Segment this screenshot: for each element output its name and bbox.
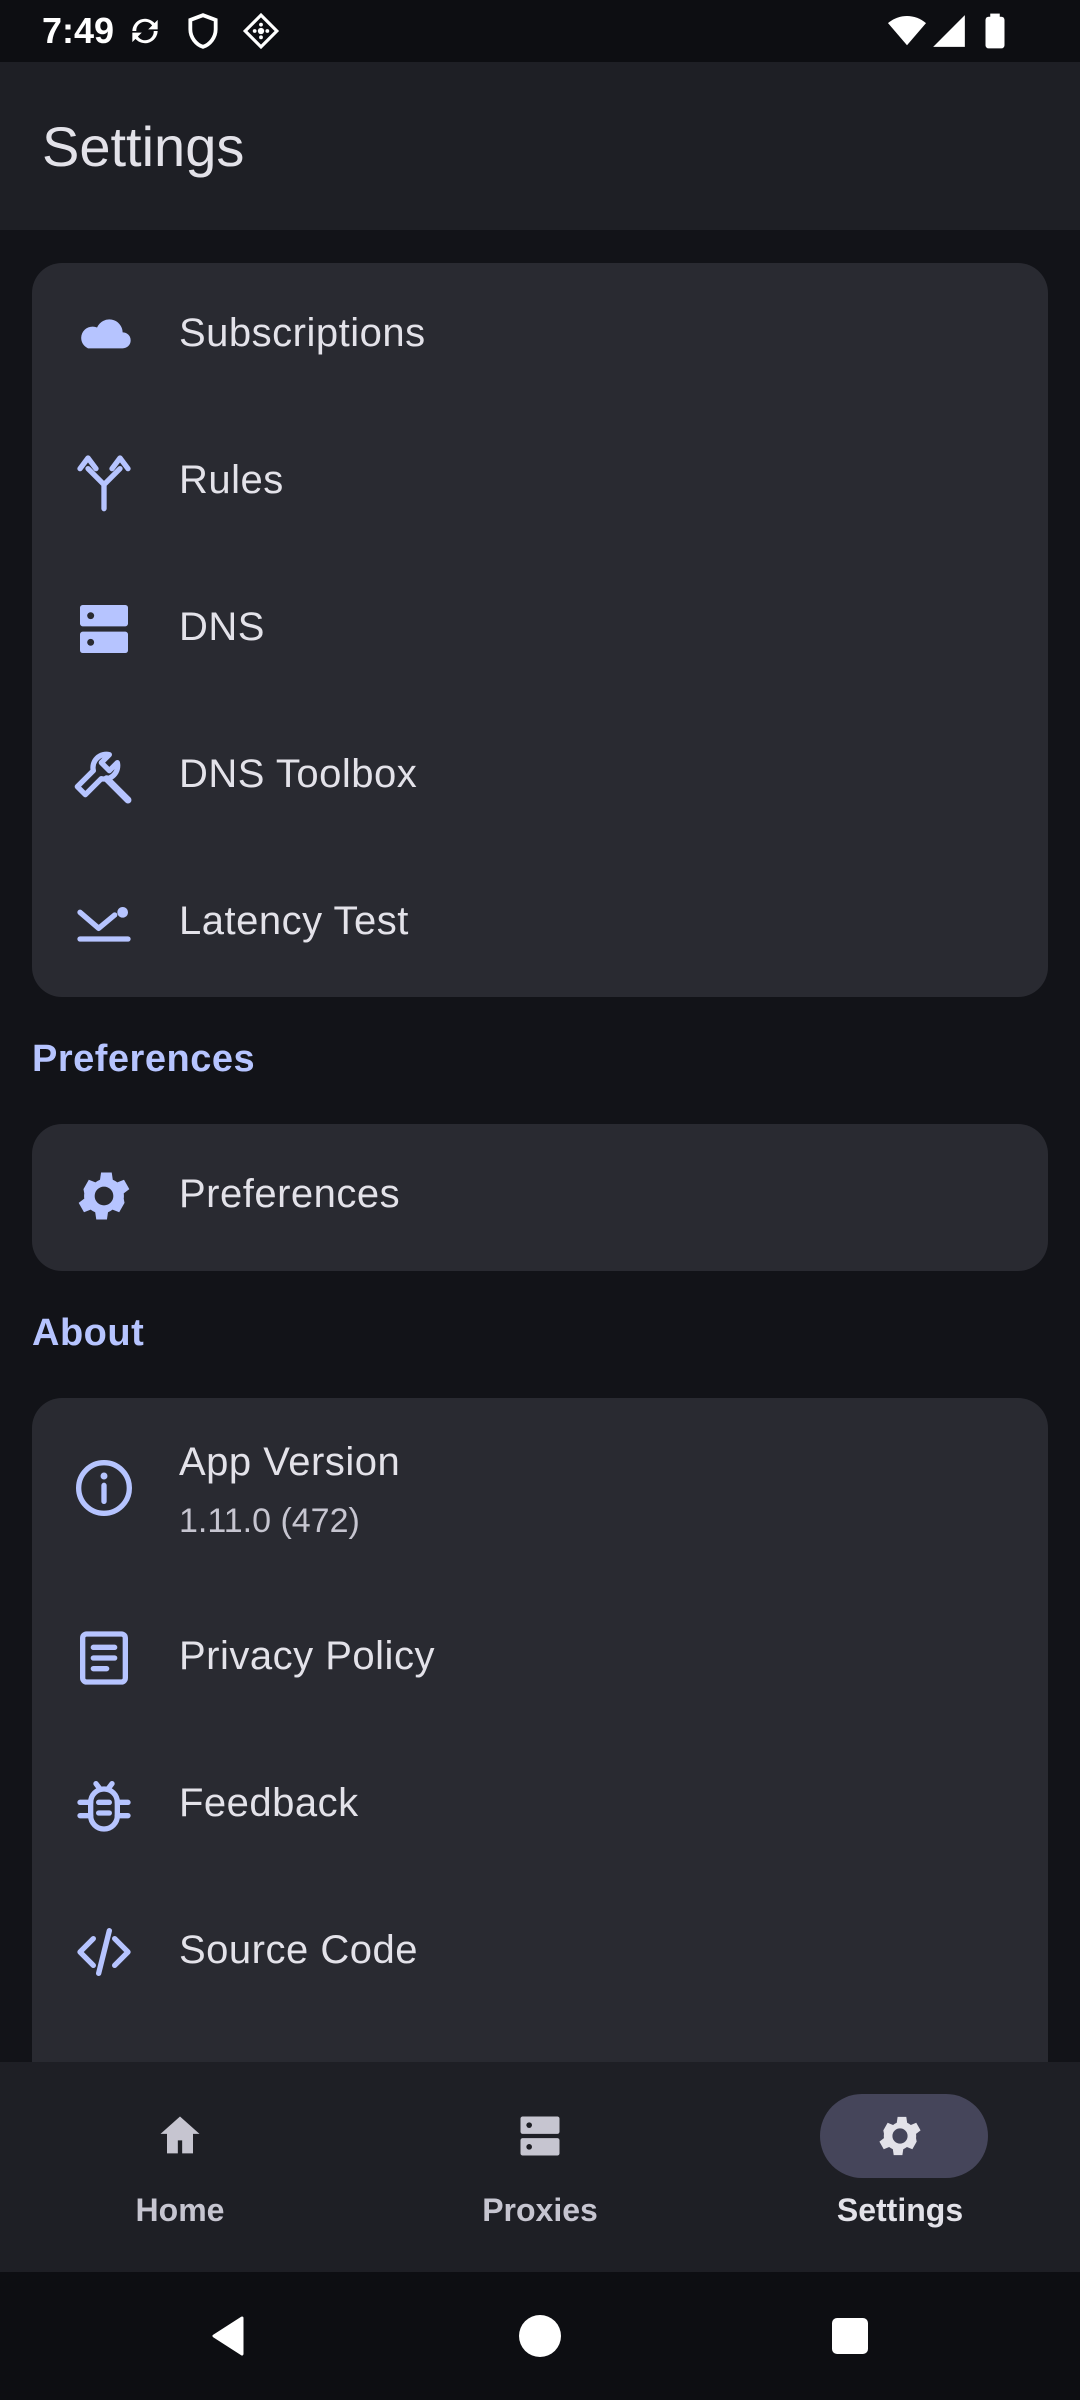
- app-version-value: 1.11.0 (472): [179, 1502, 360, 1540]
- bug-icon: [77, 1781, 131, 1832]
- code-icon: [77, 1928, 131, 1976]
- menu-item-privacy-policy[interactable]: Privacy Policy: [32, 1586, 1048, 1733]
- status-bar: 7:49: [0, 0, 1080, 62]
- settings-card: Subscriptions Rules DNS DNS Toolbox Late…: [32, 263, 1048, 997]
- about-card: App Version 1.11.0 (472) Privacy Policy …: [32, 1398, 1048, 2118]
- menu-item-label: Latency Test: [179, 899, 409, 943]
- menu-item-preferences[interactable]: Preferences: [32, 1124, 1048, 1271]
- shield-icon: [188, 13, 218, 49]
- nav-item-home[interactable]: Home: [0, 2062, 360, 2272]
- menu-item-label: Preferences: [179, 1172, 401, 1216]
- gear-icon: [879, 2116, 921, 2156]
- wrench-icon: [74, 751, 132, 804]
- nav-label: Proxies: [482, 2192, 598, 2228]
- nav-item-settings[interactable]: Settings: [720, 2062, 1080, 2272]
- fork-icon: [77, 455, 131, 512]
- menu-item-label: Subscriptions: [179, 311, 426, 355]
- latency-icon: [77, 907, 131, 942]
- bottom-navigation: Home Proxies Settings: [0, 2062, 1080, 2272]
- wifi-icon: [888, 15, 926, 46]
- preferences-card: Preferences: [32, 1124, 1048, 1271]
- sync-icon: [132, 18, 158, 44]
- menu-item-label: Rules: [179, 458, 284, 502]
- menu-item-label: Source Code: [179, 1928, 418, 1972]
- section-header-preferences: Preferences: [32, 1038, 256, 1080]
- recents-icon[interactable]: [826, 2312, 874, 2360]
- dns-server-icon: [80, 605, 128, 653]
- menu-item-dns-toolbox[interactable]: DNS Toolbox: [32, 704, 1048, 851]
- back-icon[interactable]: [204, 2312, 252, 2360]
- cloud-icon: [81, 319, 131, 349]
- menu-item-label: App Version: [179, 1440, 401, 1484]
- gear-icon: [78, 1172, 130, 1220]
- signal-icon: [933, 15, 965, 47]
- home-circle-icon[interactable]: [516, 2312, 564, 2360]
- nav-label: Home: [135, 2192, 225, 2228]
- nav-item-proxies[interactable]: Proxies: [360, 2062, 720, 2272]
- nav-label: Settings: [836, 2192, 964, 2228]
- menu-item-source-code[interactable]: Source Code: [32, 1880, 1048, 2027]
- menu-item-label: Feedback: [179, 1781, 359, 1825]
- menu-item-label: DNS Toolbox: [179, 752, 418, 796]
- menu-item-dns[interactable]: DNS: [32, 557, 1048, 704]
- page-title: Settings: [42, 115, 245, 178]
- menu-item-subscriptions[interactable]: Subscriptions: [32, 263, 1048, 410]
- system-navigation-bar: [0, 2272, 1080, 2400]
- info-icon: [76, 1460, 132, 1516]
- section-header-about: About: [32, 1312, 145, 1354]
- menu-item-app-version[interactable]: App Version 1.11.0 (472): [32, 1398, 1048, 1576]
- vpn-key-icon: [242, 12, 280, 50]
- server-icon: [520, 2116, 560, 2156]
- app-bar: Settings: [0, 62, 1080, 230]
- status-time: 7:49: [42, 10, 115, 51]
- home-icon: [160, 2116, 200, 2154]
- menu-item-latency-test[interactable]: Latency Test: [32, 851, 1048, 997]
- menu-item-label: Privacy Policy: [179, 1634, 435, 1678]
- document-icon: [80, 1631, 128, 1685]
- menu-item-feedback[interactable]: Feedback: [32, 1733, 1048, 1880]
- menu-item-rules[interactable]: Rules: [32, 410, 1048, 557]
- menu-item-label: DNS: [179, 605, 265, 649]
- battery-icon: [985, 13, 1005, 49]
